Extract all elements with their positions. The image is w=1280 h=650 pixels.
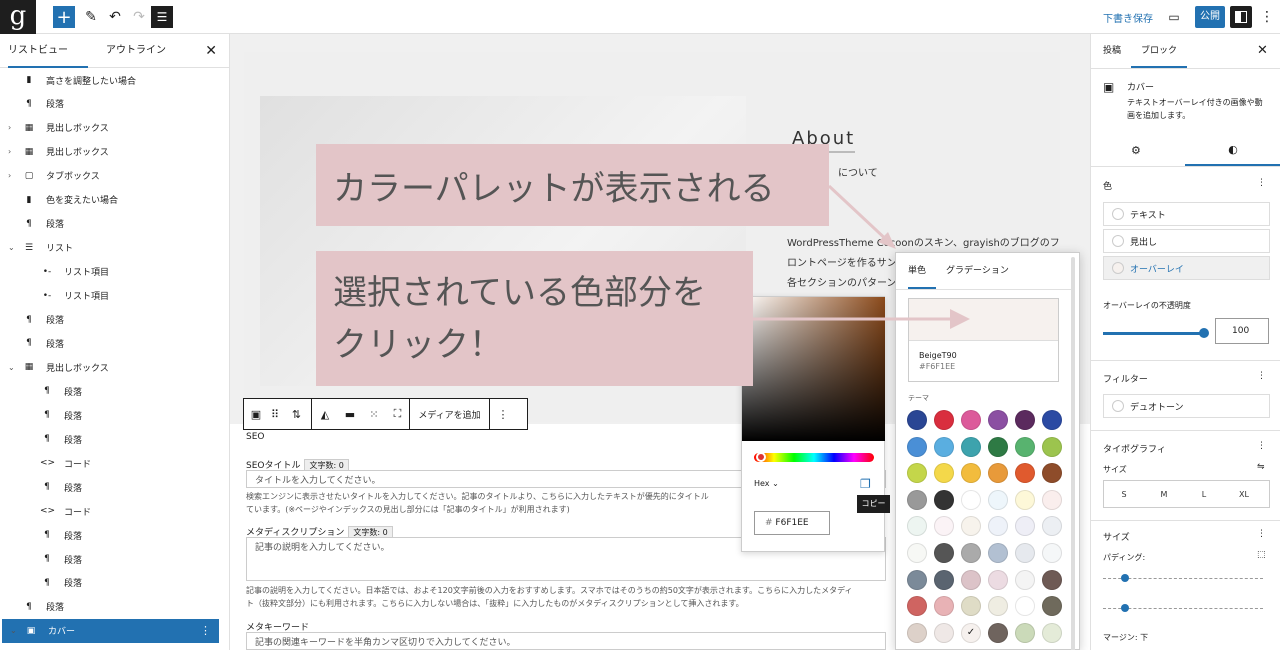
arrow-line-1 (827, 184, 892, 245)
arrow-head-2 (950, 309, 970, 329)
annotation-arrows (753, 184, 970, 329)
